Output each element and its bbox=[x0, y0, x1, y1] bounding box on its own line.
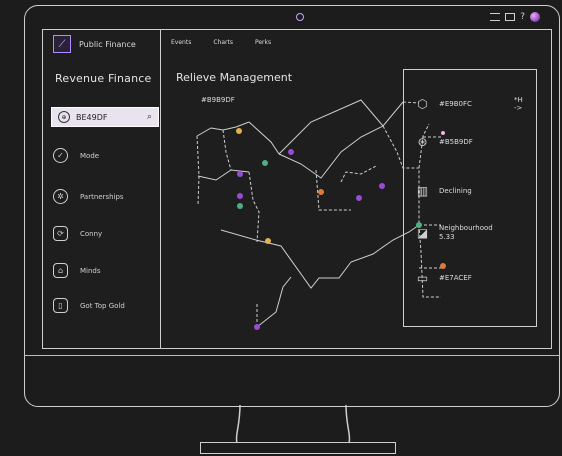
cube-icon: ⬡ bbox=[417, 96, 428, 111]
graph-edge bbox=[256, 276, 292, 328]
globe-icon: ⊛ bbox=[417, 134, 428, 149]
chart-logo-icon: ⟋ bbox=[53, 35, 71, 53]
panel-item-4[interactable]: ◪ Neighbourhood 5.33 bbox=[414, 224, 493, 242]
graph-edge bbox=[278, 99, 404, 155]
monitor-chin bbox=[24, 355, 560, 356]
loop-icon: ⟳ bbox=[53, 226, 68, 241]
graph-node bbox=[318, 189, 324, 195]
network-icon: ✲ bbox=[53, 189, 68, 204]
tab-bar: Events Charts Perks bbox=[171, 39, 271, 46]
graph-node bbox=[356, 195, 362, 201]
bar-chart-icon: ▥ bbox=[416, 183, 429, 198]
search-icon[interactable]: ⌕ bbox=[147, 112, 152, 122]
graph-node bbox=[262, 160, 268, 166]
webcam-indicator bbox=[296, 13, 304, 21]
panel-item-action[interactable]: *H -> bbox=[514, 96, 523, 112]
monitor-base bbox=[200, 442, 396, 454]
sidebar-item-label: Conny bbox=[80, 229, 103, 238]
question-icon[interactable]: ? bbox=[520, 12, 525, 22]
panel-item-5[interactable]: ▭ #E7ACEF bbox=[414, 269, 472, 286]
sidebar: ⟋ Public Finance Revenue Finance ⊕ BE49D… bbox=[43, 30, 161, 348]
avatar[interactable] bbox=[530, 12, 540, 22]
document-icon: ▯ bbox=[53, 298, 68, 313]
home-graph-icon: ⌂ bbox=[53, 263, 68, 278]
graph-node bbox=[236, 128, 242, 134]
graph-node bbox=[237, 203, 243, 209]
brand[interactable]: ⟋ Public Finance bbox=[53, 35, 136, 53]
panel-item-label: #E9B0FC bbox=[439, 99, 472, 108]
graph-node bbox=[237, 171, 243, 177]
sidebar-item-mode[interactable]: ✓ Mode bbox=[53, 148, 99, 163]
sidebar-item-got-top-gold[interactable]: ▯ Got Top Gold bbox=[53, 298, 125, 313]
panel-item-label: #B5B9DF bbox=[439, 137, 473, 146]
growth-chart-icon: ◪ bbox=[416, 226, 429, 240]
panel-item-2[interactable]: ⊛ #B5B9DF bbox=[414, 133, 473, 150]
graph-node bbox=[379, 183, 385, 189]
sidebar-item-label: Mode bbox=[80, 151, 100, 160]
panel-item-label: Neighbourhood bbox=[439, 224, 493, 232]
graph-edge bbox=[248, 171, 260, 243]
monitor-stand bbox=[235, 405, 351, 444]
sidebar-item-label: Minds bbox=[80, 266, 101, 275]
panel-item-1[interactable]: ⬡ #E9B0FC *H -> bbox=[414, 95, 523, 112]
check-circle-icon: ✓ bbox=[53, 148, 68, 163]
sidebar-item-partnerships[interactable]: ✲ Partnerships bbox=[53, 189, 124, 204]
graph-edge bbox=[278, 125, 384, 179]
search-field[interactable]: ⊕ BE49DF ⌕ bbox=[51, 107, 159, 127]
graph-edge bbox=[222, 129, 232, 171]
app-screen: ⟋ Public Finance Revenue Finance ⊕ BE49D… bbox=[42, 29, 552, 349]
sidebar-title: Revenue Finance bbox=[55, 72, 152, 85]
graph-edge bbox=[248, 121, 280, 155]
node-label: #B9B9DF bbox=[201, 96, 235, 104]
graph-node bbox=[237, 193, 243, 199]
graph-node bbox=[254, 324, 260, 330]
brand-name: Public Finance bbox=[79, 39, 136, 49]
panel-item-label: Declining bbox=[439, 186, 472, 195]
panel-item-label: #E7ACEF bbox=[439, 273, 472, 282]
panel-item-sub: 5.33 bbox=[439, 233, 455, 241]
search-value: BE49DF bbox=[76, 112, 108, 122]
graph-edge bbox=[220, 224, 420, 289]
sidebar-item-conny[interactable]: ⟳ Conny bbox=[53, 226, 102, 241]
tab-events[interactable]: Events bbox=[171, 39, 191, 46]
sidebar-item-minds[interactable]: ⌂ Minds bbox=[53, 263, 101, 278]
sidebar-item-label: Partnerships bbox=[80, 192, 124, 201]
battery-icon: ▭ bbox=[416, 270, 429, 285]
menu-lines-icon[interactable] bbox=[490, 13, 501, 21]
sidebar-item-label: Got Top Gold bbox=[80, 301, 125, 310]
system-tray: ? bbox=[490, 12, 540, 22]
graph-node bbox=[288, 149, 294, 155]
graph-edge bbox=[340, 165, 377, 183]
graph-node bbox=[265, 238, 271, 244]
filter-icon: ⊕ bbox=[58, 111, 70, 123]
panel-item-3[interactable]: ▥ Declining bbox=[414, 182, 472, 199]
graph-edge bbox=[196, 135, 200, 206]
right-panel: ⬡ #E9B0FC *H -> ⊛ #B5B9DF ▥ Declining ◪ … bbox=[403, 69, 537, 327]
window-icon[interactable] bbox=[505, 13, 516, 21]
panel-item-text: Neighbourhood 5.33 bbox=[439, 224, 493, 242]
tab-perks[interactable]: Perks bbox=[255, 39, 271, 46]
tab-charts[interactable]: Charts bbox=[213, 39, 233, 46]
